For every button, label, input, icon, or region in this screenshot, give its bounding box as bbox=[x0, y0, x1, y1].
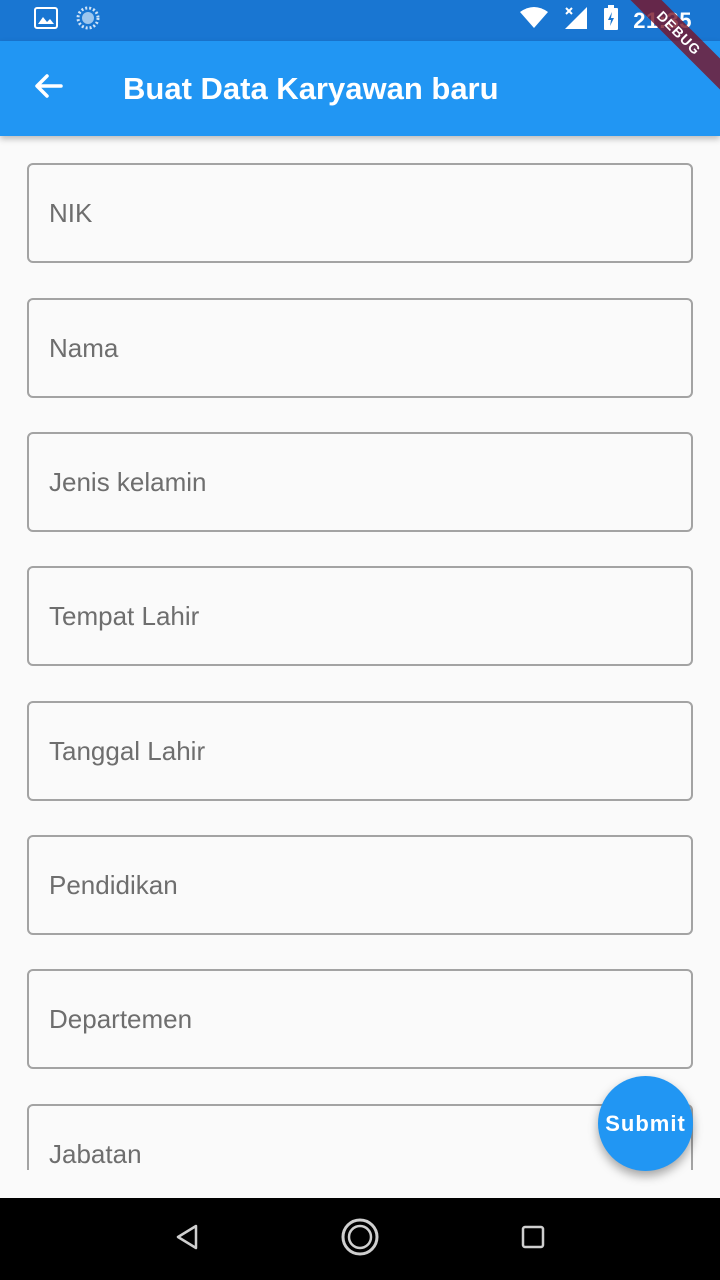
nav-home-button[interactable] bbox=[330, 1209, 390, 1269]
jenis-kelamin-field[interactable] bbox=[49, 434, 691, 530]
nav-back-button[interactable] bbox=[157, 1209, 217, 1269]
home-circle-icon bbox=[340, 1217, 380, 1262]
sync-icon bbox=[76, 6, 100, 35]
tanggal-lahir-field-container bbox=[27, 701, 693, 801]
nik-field-container bbox=[27, 163, 693, 263]
departemen-field-container bbox=[27, 969, 693, 1069]
form-scroll-area[interactable] bbox=[0, 136, 720, 1170]
jabatan-field-container bbox=[27, 1104, 693, 1170]
back-triangle-icon bbox=[174, 1223, 200, 1256]
tempat-lahir-field[interactable] bbox=[49, 568, 691, 664]
status-time: 21:35 bbox=[633, 7, 692, 33]
app-bar: Buat Data Karyawan baru bbox=[0, 41, 720, 136]
nama-field[interactable] bbox=[49, 300, 691, 396]
back-button[interactable] bbox=[18, 59, 78, 119]
wifi-icon bbox=[519, 7, 549, 34]
nav-recents-button[interactable] bbox=[503, 1209, 563, 1269]
nik-field[interactable] bbox=[49, 165, 691, 261]
image-icon bbox=[34, 7, 58, 34]
pendidikan-field[interactable] bbox=[49, 837, 691, 933]
battery-charging-icon bbox=[603, 5, 619, 36]
submit-button[interactable]: Submit bbox=[598, 1076, 693, 1171]
tempat-lahir-field-container bbox=[27, 566, 693, 666]
departemen-field[interactable] bbox=[49, 971, 691, 1067]
status-bar: 21:35 bbox=[0, 0, 720, 41]
jenis-kelamin-field-container bbox=[27, 432, 693, 532]
signal-icon bbox=[563, 6, 589, 35]
page-title: Buat Data Karyawan baru bbox=[123, 70, 499, 106]
status-left bbox=[34, 6, 100, 35]
nama-field-container bbox=[27, 298, 693, 398]
tanggal-lahir-field[interactable] bbox=[49, 703, 691, 799]
recents-square-icon bbox=[520, 1224, 546, 1255]
status-right: 21:35 bbox=[519, 5, 692, 36]
pendidikan-field-container bbox=[27, 835, 693, 935]
jabatan-field[interactable] bbox=[49, 1106, 691, 1170]
arrow-back-icon bbox=[33, 71, 63, 106]
system-nav-bar bbox=[0, 1198, 720, 1280]
